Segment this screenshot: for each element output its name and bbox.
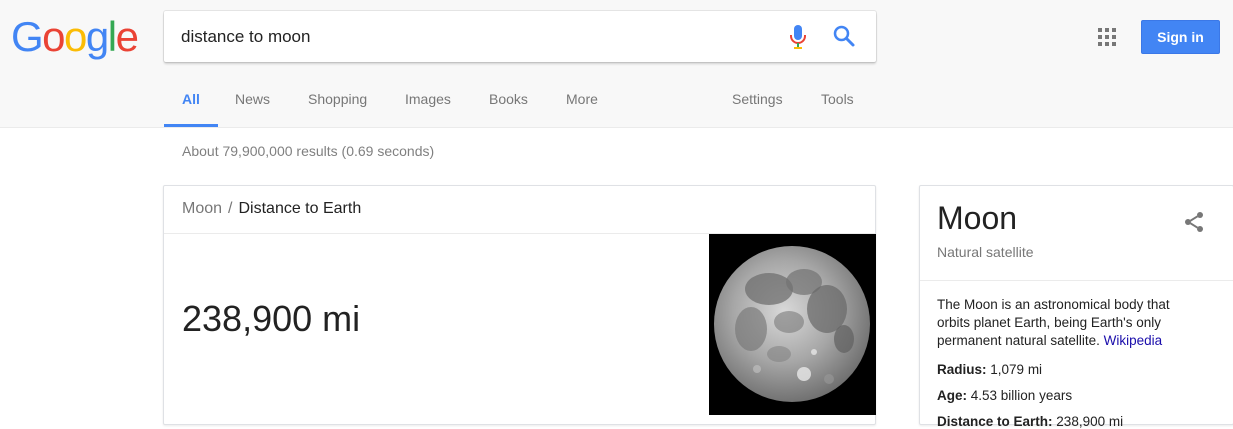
kp-title: Moon xyxy=(937,200,1018,236)
logo-letter: o xyxy=(42,13,65,60)
logo-letter: G xyxy=(11,13,44,60)
moon-image[interactable] xyxy=(709,234,876,415)
fact-value: 1,079 mi xyxy=(990,362,1043,377)
logo-letter: o xyxy=(64,13,87,60)
logo-letter: e xyxy=(115,13,139,60)
share-icon[interactable] xyxy=(1182,210,1206,234)
tab-images[interactable]: Images xyxy=(405,91,451,107)
sign-in-button[interactable]: Sign in xyxy=(1141,20,1220,54)
kp-description: The Moon is an astronomical body that or… xyxy=(937,296,1202,350)
fact-value: 4.53 billion years xyxy=(970,388,1073,403)
tab-news[interactable]: News xyxy=(235,91,270,107)
search-input[interactable] xyxy=(181,11,771,62)
apps-grid-icon[interactable] xyxy=(1097,27,1117,47)
answer-value: 238,900 mi xyxy=(182,298,361,339)
breadcrumb-separator: / xyxy=(228,200,233,217)
header-bar: Google Sign in All News Shopping Images … xyxy=(0,0,1233,128)
fact-label[interactable]: Age: xyxy=(937,388,967,403)
tab-all[interactable]: All xyxy=(182,91,200,107)
tab-more[interactable]: More xyxy=(566,91,598,107)
logo-letter: g xyxy=(85,13,109,60)
tools-link[interactable]: Tools xyxy=(821,91,854,107)
breadcrumb-parent[interactable]: Moon xyxy=(182,200,222,217)
answer-card: Moon / Distance to Earth 238,900 mi xyxy=(163,185,876,425)
kp-fact-age: Age: 4.53 billion years xyxy=(937,388,1072,403)
moon-illustration xyxy=(709,234,876,415)
microphone-icon[interactable] xyxy=(789,24,807,50)
tab-books[interactable]: Books xyxy=(489,91,528,107)
search-box xyxy=(164,11,876,62)
active-tab-indicator xyxy=(164,124,218,127)
settings-link[interactable]: Settings xyxy=(732,91,783,107)
wikipedia-link[interactable]: Wikipedia xyxy=(1104,333,1163,348)
divider xyxy=(920,280,1233,281)
google-logo[interactable]: Google xyxy=(11,12,145,62)
fact-label[interactable]: Radius: xyxy=(937,362,987,377)
kp-fact-distance: Distance to Earth: 238,900 mi xyxy=(937,414,1123,429)
kp-fact-radius: Radius: 1,079 mi xyxy=(937,362,1042,377)
breadcrumb-current: Distance to Earth xyxy=(238,200,362,217)
logo-letter: l xyxy=(107,13,117,60)
fact-label[interactable]: Distance to Earth: xyxy=(937,414,1053,429)
kp-subtitle: Natural satellite xyxy=(937,244,1034,260)
knowledge-panel: Moon Natural satellite The Moon is an as… xyxy=(919,185,1233,429)
result-stats: About 79,900,000 results (0.69 seconds) xyxy=(182,143,435,159)
fact-value: 238,900 mi xyxy=(1056,414,1124,429)
search-icon[interactable] xyxy=(832,24,856,48)
tab-shopping[interactable]: Shopping xyxy=(308,91,367,107)
breadcrumb: Moon / Distance to Earth xyxy=(182,200,361,218)
